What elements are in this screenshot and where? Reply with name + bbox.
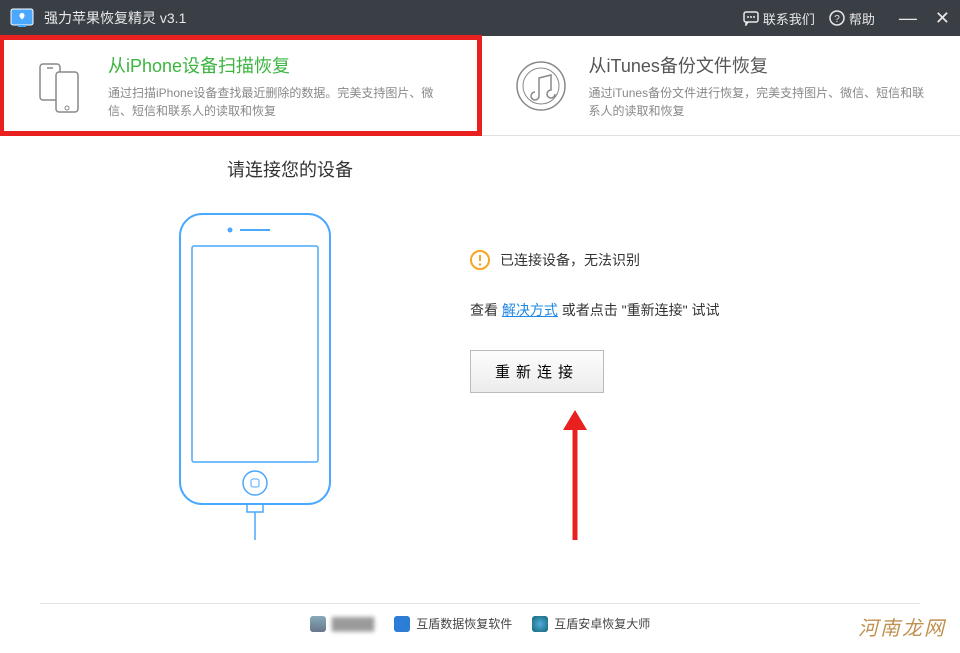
chat-icon [743, 10, 759, 26]
footer-icon-1 [310, 616, 326, 632]
mode-itunes-desc: 通过iTunes备份文件进行恢复，完美支持图片、微信、短信和联系人的读取和恢复 [589, 84, 931, 120]
help-icon: ? [829, 10, 845, 26]
device-illustration [40, 200, 470, 540]
main-body: 请连接您的设备 已连接设备，无法识别 [0, 136, 960, 653]
mode-itunes-title: 从iTunes备份文件恢复 [589, 52, 931, 78]
mode-iphone-title: 从iPhone设备扫描恢复 [108, 52, 450, 78]
footer-icon-2 [394, 616, 410, 632]
footer-label-1: █████ [332, 617, 375, 631]
contact-button[interactable]: 联系我们 [743, 9, 815, 28]
window-controls: — ✕ [899, 9, 950, 27]
suggestion-text: 查看 解决方式 或者点击 "重新连接" 试试 [470, 300, 920, 320]
footer-link-3[interactable]: 互盾安卓恢复大师 [532, 615, 650, 632]
iphone-outline-icon [170, 210, 340, 540]
suggestion-prefix: 查看 [470, 302, 502, 318]
app-logo-icon [10, 8, 34, 28]
content-row: 已连接设备，无法识别 查看 解决方式 或者点击 "重新连接" 试试 重新连接 [40, 200, 920, 603]
suggestion-suffix: 或者点击 "重新连接" 试试 [558, 302, 720, 318]
svg-text:?: ? [834, 14, 840, 25]
mode-iphone-scan[interactable]: 从iPhone设备扫描恢复 通过扫描iPhone设备查找最近删除的数据。完美支持… [0, 36, 481, 135]
arrow-annotation-icon [560, 410, 590, 540]
help-label: 帮助 [849, 9, 875, 28]
status-text: 已连接设备，无法识别 [500, 250, 640, 270]
app-title: 强力苹果恢复精灵 v3.1 [44, 8, 743, 28]
reconnect-button[interactable]: 重新连接 [470, 350, 604, 393]
watermark: 河南龙网 [858, 612, 946, 641]
close-button[interactable]: ✕ [935, 9, 950, 27]
contact-label: 联系我们 [763, 9, 815, 28]
solution-link[interactable]: 解决方式 [502, 302, 558, 318]
footer-label-2: 互盾数据恢复软件 [416, 615, 512, 632]
minimize-button[interactable]: — [899, 9, 917, 27]
mode-itunes-backup[interactable]: 从iTunes备份文件恢复 通过iTunes备份文件进行恢复，完美支持图片、微信… [481, 36, 960, 135]
footer-link-1[interactable]: █████ [310, 616, 375, 632]
help-button[interactable]: ? 帮助 [829, 9, 875, 28]
footer-icon-3 [532, 616, 548, 632]
mode-tabs: 从iPhone设备扫描恢复 通过扫描iPhone设备查找最近删除的数据。完美支持… [0, 36, 960, 136]
footer-label-3: 互盾安卓恢复大师 [554, 615, 650, 632]
app-window: 强力苹果恢复精灵 v3.1 联系我们 ? 帮助 — ✕ 从iPhone设备扫描恢… [0, 0, 960, 653]
status-column: 已连接设备，无法识别 查看 解决方式 或者点击 "重新连接" 试试 重新连接 [470, 200, 920, 393]
titlebar-actions: 联系我们 ? 帮助 — ✕ [743, 9, 950, 28]
iphone-devices-icon [30, 56, 90, 116]
connect-heading: 请连接您的设备 [0, 156, 920, 182]
mode-iphone-desc: 通过扫描iPhone设备查找最近删除的数据。完美支持图片、微信、短信和联系人的读… [108, 84, 450, 120]
itunes-icon [511, 56, 571, 116]
footer-links: █████ 互盾数据恢复软件 互盾安卓恢复大师 [40, 603, 920, 643]
warning-icon [470, 250, 490, 270]
status-line: 已连接设备，无法识别 [470, 250, 920, 270]
titlebar: 强力苹果恢复精灵 v3.1 联系我们 ? 帮助 — ✕ [0, 0, 960, 36]
footer-link-2[interactable]: 互盾数据恢复软件 [394, 615, 512, 632]
